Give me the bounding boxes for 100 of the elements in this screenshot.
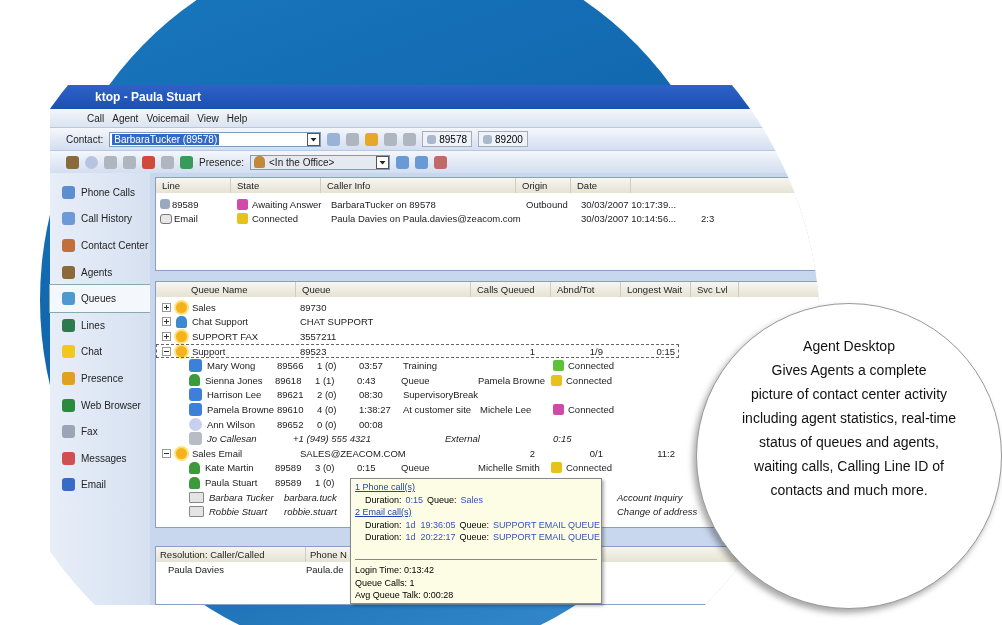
- queue-label: Queue:: [459, 532, 490, 542]
- abandoned-total: 0/1: [589, 447, 603, 459]
- duration-label: Duration:: [365, 532, 402, 542]
- expand-icon[interactable]: [162, 302, 171, 312]
- callout-text: status of queues and agents,: [759, 434, 939, 451]
- sidebar-item[interactable]: Web Browser: [50, 391, 150, 419]
- talking-with: Michelle Smith: [478, 462, 540, 474]
- calls-link[interactable]: 2 Email call(s): [355, 507, 412, 517]
- menu-item[interactable]: Agent: [112, 112, 139, 124]
- column-header[interactable]: Abnd/Tot: [557, 284, 595, 296]
- call-count: 2 (0): [317, 389, 337, 401]
- line-button[interactable]: 89200: [478, 131, 528, 147]
- agent-name: Kate Martin: [205, 462, 254, 474]
- duration: 0:43: [357, 374, 376, 386]
- extension: 89589: [275, 462, 302, 474]
- queue-value: SUPPORT EMAIL QUEUE: [493, 532, 600, 542]
- expand-icon[interactable]: [162, 332, 171, 342]
- callout-text: waiting calls, Calling Line ID of: [754, 458, 944, 475]
- call-count: 3 (0): [315, 462, 335, 474]
- queue-row[interactable]: Support 89523 1 1/9 0:15: [156, 343, 679, 359]
- column-header[interactable]: Caller Info: [327, 180, 371, 191]
- talking-with: Pamela Browne: [478, 374, 546, 386]
- agent-status: Queue: [401, 462, 430, 474]
- presence-label: Presence:: [199, 156, 245, 168]
- sidebar-item[interactable]: Email: [50, 471, 150, 499]
- queue-row[interactable]: SUPPORT FAX 3557211: [156, 329, 679, 344]
- column-header[interactable]: Queue Name: [191, 284, 248, 296]
- queue-row[interactable]: Sales Email SALES@ZEACOM.COM 2 0/1 11:2: [156, 446, 679, 461]
- caller-info-cell: BarbaraTucker on 89578: [331, 198, 436, 210]
- sidebar-item[interactable]: Fax: [50, 418, 150, 445]
- column-header[interactable]: Longest Wait: [627, 284, 683, 296]
- presence-field[interactable]: <In the Office>: [250, 154, 391, 170]
- call-state: Connected: [566, 374, 612, 386]
- caller-number: +1 (949) 555 4321: [293, 433, 371, 445]
- duration-value: 0:15: [405, 494, 424, 505]
- queue-row[interactable]: Chat Support CHAT SUPPORT: [156, 314, 679, 330]
- queue-label: Queue:: [427, 494, 457, 505]
- menu-item[interactable]: Help: [226, 112, 248, 124]
- dropdown-button[interactable]: [307, 132, 321, 146]
- sidebar-item[interactable]: Chat: [50, 338, 150, 366]
- sidebar-item[interactable]: Call History: [50, 205, 150, 233]
- menu-item[interactable]: Voicemail: [146, 112, 190, 124]
- column-header[interactable]: Origin: [522, 180, 548, 191]
- agent-name: Harrison Lee: [207, 389, 262, 401]
- duration-cell: 2:3: [701, 213, 715, 225]
- expand-icon[interactable]: [162, 317, 171, 327]
- line-button[interactable]: 89578: [422, 131, 473, 147]
- menu-item[interactable]: View: [197, 112, 219, 124]
- callout-text: picture of contact center activity: [750, 386, 948, 403]
- line-cell: Email: [174, 213, 198, 225]
- queue-label: Queue:: [459, 519, 490, 530]
- column-header[interactable]: Date: [577, 180, 598, 191]
- column-header[interactable]: Line: [162, 180, 180, 191]
- line-cell: 89589: [172, 198, 199, 210]
- agent-status: Queue: [401, 374, 430, 386]
- sidebar-item[interactable]: Contact Center: [50, 232, 150, 259]
- queue-address: 3557211: [300, 331, 337, 343]
- agent-status: SupervisoryBreak: [403, 389, 478, 401]
- sidebar-item[interactable]: Presence: [50, 365, 150, 392]
- queue-value: Sales: [460, 494, 484, 505]
- collapse-icon[interactable]: [162, 346, 171, 356]
- queue-name: Support: [192, 345, 226, 357]
- column-header[interactable]: Calls Queued: [477, 284, 535, 296]
- extension: 89610: [277, 404, 304, 416]
- contact-phone: Paula.de: [306, 563, 344, 575]
- dropdown-button[interactable]: [376, 155, 390, 169]
- column-header[interactable]: Resolution: Caller/Called: [160, 549, 265, 561]
- column-header[interactable]: Svc Lvl: [697, 284, 728, 296]
- duration-value: 1d 20:22:17: [405, 532, 456, 542]
- sidebar-item[interactable]: Agents: [50, 258, 150, 286]
- email-subject: Account Inquiry: [617, 491, 683, 503]
- queue-name: Sales Email: [192, 447, 243, 459]
- sidebar-item[interactable]: Lines: [50, 311, 150, 339]
- email-subject: Change of address: [617, 506, 698, 518]
- extension: 89566: [277, 360, 304, 372]
- column-header[interactable]: State: [237, 180, 260, 191]
- queue-address: CHAT SUPPORT: [300, 316, 374, 328]
- extension: 89652: [277, 418, 304, 430]
- callout-text: contacts and much more.: [770, 482, 928, 499]
- wait-time: 0:15: [553, 433, 572, 445]
- column-header[interactable]: Queue: [302, 284, 331, 296]
- call-state: Connected: [568, 360, 614, 372]
- menu-item[interactable]: Call: [87, 112, 105, 124]
- call-state: Connected: [568, 404, 614, 416]
- call-count: 1 (0): [315, 477, 335, 488]
- queue-name: Sales: [192, 301, 216, 313]
- column-header[interactable]: Phone N: [310, 549, 347, 561]
- sidebar-item[interactable]: Messages: [50, 444, 150, 472]
- contact-field[interactable]: BarbaraTucker (89578): [109, 131, 322, 147]
- queue-row[interactable]: Sales 89730: [156, 300, 679, 315]
- queue-address: 89730: [300, 301, 327, 313]
- sidebar-item[interactable]: Phone Calls: [50, 179, 150, 206]
- collapse-icon[interactable]: [162, 448, 171, 458]
- queue-value: SUPPORT EMAIL QUEUE: [493, 519, 600, 530]
- agent-status: Training: [403, 360, 437, 372]
- extension: 89621: [277, 389, 304, 401]
- extension: 89589: [275, 477, 302, 488]
- calls-link[interactable]: 1 Phone call(s): [355, 482, 416, 492]
- duration: 03:57: [359, 360, 383, 372]
- sidebar-item[interactable]: Queues: [50, 285, 150, 312]
